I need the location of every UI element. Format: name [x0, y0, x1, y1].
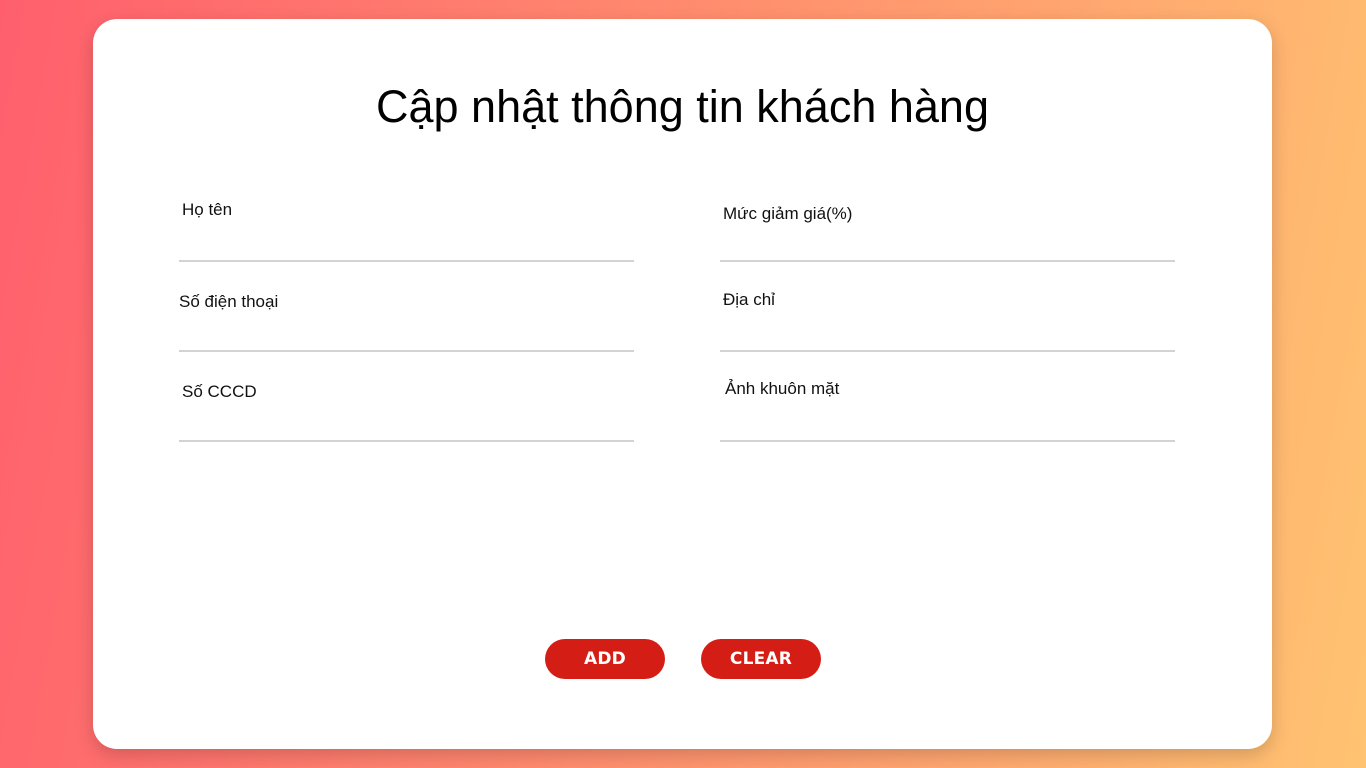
- full-name-input[interactable]: [179, 232, 634, 258]
- page-title: Cập nhật thông tin khách hàng: [376, 81, 989, 132]
- id-card-label: Số CCCD: [182, 382, 257, 401]
- full-name-label: Họ tên: [182, 200, 233, 219]
- add-button[interactable]: ADD: [545, 639, 665, 679]
- full-name-field[interactable]: Họ tên: [179, 200, 634, 262]
- clear-button[interactable]: CLEAR: [701, 639, 821, 679]
- id-card-input[interactable]: [179, 412, 634, 438]
- discount-label: Mức giảm giá(%): [723, 204, 853, 223]
- address-field[interactable]: Địa chỉ: [720, 290, 1175, 352]
- discount-input[interactable]: [720, 232, 1175, 258]
- customer-form-card: Cập nhật thông tin khách hàng Họ tên Mức…: [93, 19, 1272, 749]
- address-input[interactable]: [720, 322, 1175, 348]
- face-photo-label: Ảnh khuôn mặt: [725, 379, 840, 398]
- face-photo-input[interactable]: [720, 412, 1175, 438]
- face-photo-field[interactable]: Ảnh khuôn mặt: [720, 379, 1175, 442]
- id-card-field[interactable]: Số CCCD: [179, 380, 634, 442]
- address-label: Địa chỉ: [723, 290, 775, 309]
- phone-field[interactable]: Số điện thoại: [179, 290, 634, 352]
- discount-field[interactable]: Mức giảm giá(%): [720, 200, 1175, 262]
- phone-input[interactable]: [179, 322, 634, 348]
- phone-label: Số điện thoại: [179, 292, 279, 311]
